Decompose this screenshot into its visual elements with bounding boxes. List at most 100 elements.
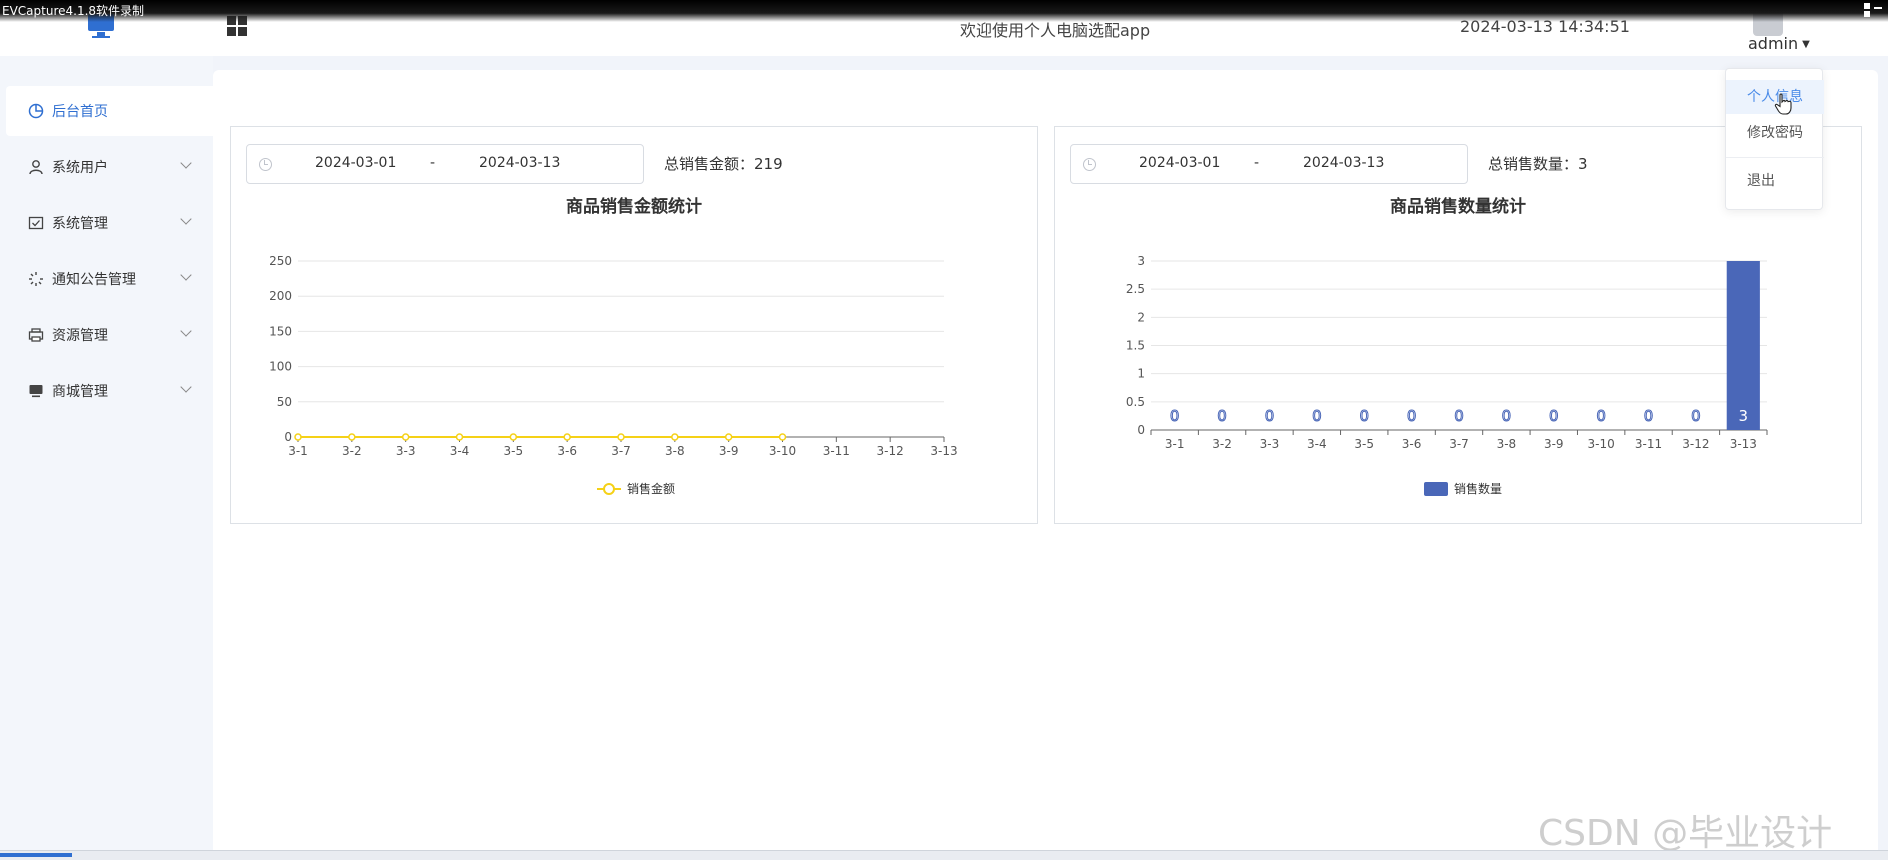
bar-data-label: 0 [1454, 407, 1464, 425]
chevron-down-icon [180, 381, 192, 393]
sidebar-item-system-management[interactable]: 系统管理 [6, 198, 213, 248]
bar-data-label: 0 [1549, 407, 1559, 425]
x-tick-label: 3-13 [1730, 437, 1757, 451]
bar-data-label: 0 [1217, 407, 1227, 425]
sidebar-item-label: 系统管理 [52, 216, 108, 232]
data-point [348, 433, 356, 441]
bar-data-label: 0 [1312, 407, 1322, 425]
user-icon [29, 160, 43, 175]
bar-data-label: 3 [1739, 407, 1749, 425]
x-tick-label: 3-13 [930, 444, 957, 458]
x-tick-label: 3-6 [1402, 437, 1422, 451]
x-tick-label: 3-10 [1588, 437, 1615, 451]
main-content: 2024-03-01 - 2024-03-13 总销售金额：219 商品销售金额… [213, 70, 1878, 860]
legend-label: 销售数量 [1454, 481, 1502, 496]
x-tick-label: 3-8 [665, 444, 685, 458]
x-tick-label: 3-7 [611, 444, 631, 458]
y-tick-label: 0.5 [1126, 395, 1145, 409]
data-point [724, 433, 733, 441]
sidebar-item-notice-management[interactable]: 通知公告管理 [6, 254, 213, 304]
data-point [671, 433, 679, 441]
y-tick-label: 3 [1137, 254, 1145, 268]
user-dropdown-menu: 个人信息 修改密码 退出 [1725, 68, 1824, 210]
y-tick-label: 150 [269, 324, 292, 338]
y-tick-label: 2.5 [1126, 282, 1145, 296]
recorder-title: EVCapture4.1.8软件录制 [2, 4, 145, 18]
x-tick-label: 3-11 [1635, 437, 1662, 451]
recorder-overlay: EVCapture4.1.8软件录制 [0, 0, 1888, 22]
y-tick-label: 1 [1137, 367, 1145, 381]
y-tick-label: 250 [269, 254, 292, 268]
sidebar-item-label: 资源管理 [52, 328, 108, 344]
y-tick-label: 50 [277, 395, 292, 409]
chart-title: 商品销售金额统计 [566, 196, 702, 217]
data-point [778, 433, 787, 441]
sidebar-item-label: 商城管理 [52, 384, 108, 400]
data-point [455, 433, 464, 441]
sidebar-item-label: 系统用户 [52, 160, 108, 176]
x-tick-label: 3-3 [396, 444, 416, 458]
y-tick-label: 100 [269, 360, 292, 374]
data-point [401, 433, 410, 441]
y-tick-label: 1.5 [1126, 339, 1145, 353]
y-tick-label: 200 [269, 289, 292, 303]
hand-cursor-icon [1774, 93, 1792, 115]
chevron-down-icon: ▼ [1802, 39, 1810, 50]
bar-data-label: 0 [1265, 407, 1275, 425]
sidebar-item-resource-management[interactable]: 资源管理 [6, 310, 213, 360]
data-point [563, 433, 571, 441]
x-tick-label: 3-11 [823, 444, 850, 458]
sales-amount-line-chart: 商品销售金额统计 0 50 100 150 200 250 3-1 3-2 3-3 3-4 3-5 3-… [269, 196, 958, 496]
x-tick-label: 3-8 [1497, 437, 1517, 451]
monitor-icon [29, 385, 43, 398]
bar-data-label: 0 [1596, 407, 1606, 425]
data-point [509, 433, 518, 441]
user-menu-toggle[interactable]: admin ▼ [1748, 34, 1810, 53]
x-tick-label: 3-2 [342, 444, 362, 458]
bar-data-label: 0 [1359, 407, 1369, 425]
data-point [294, 433, 302, 441]
bar [1726, 261, 1760, 430]
sidebar-item-label: 后台首页 [52, 104, 108, 120]
x-tick-label: 3-4 [450, 444, 470, 458]
x-tick-label: 3-9 [1544, 437, 1564, 451]
x-tick-label: 3-2 [1212, 437, 1232, 451]
loading-icon [29, 272, 43, 286]
y-tick-label: 0 [284, 430, 292, 444]
x-tick-label: 3-4 [1307, 437, 1327, 451]
chevron-down-icon [180, 325, 192, 337]
x-tick-label: 3-3 [1260, 437, 1280, 451]
sidebar-item-home[interactable]: 后台首页 [6, 86, 213, 136]
legend-marker [1424, 482, 1448, 496]
username: admin [1748, 34, 1799, 53]
printer-icon [28, 328, 44, 342]
x-tick-label: 3-5 [504, 444, 524, 458]
y-tick-label: 0 [1137, 423, 1145, 437]
x-tick-label: 3-6 [557, 444, 577, 458]
sidebar-item-label: 通知公告管理 [52, 272, 136, 288]
x-tick-label: 3-7 [1449, 437, 1469, 451]
bar-data-label: 0 [1407, 407, 1417, 425]
chart-title: 商品销售数量统计 [1390, 196, 1526, 217]
legend-label: 销售金额 [627, 481, 675, 496]
chevron-down-icon [180, 213, 192, 225]
x-tick-label: 3-12 [1682, 437, 1709, 451]
menu-divider [1726, 157, 1824, 158]
sales-amount-card: 2024-03-01 - 2024-03-13 总销售金额：219 商品销售金额… [230, 126, 1038, 524]
bar-data-label: 0 [1170, 407, 1180, 425]
sidebar-item-system-users[interactable]: 系统用户 [6, 142, 213, 192]
legend-marker [603, 483, 615, 495]
x-tick-label: 3-12 [877, 444, 904, 458]
y-tick-label: 2 [1137, 310, 1145, 324]
bar-data-label: 0 [1644, 407, 1654, 425]
menu-item-logout[interactable]: 退出 [1726, 164, 1824, 198]
menu-item-change-password[interactable]: 修改密码 [1726, 116, 1824, 150]
x-tick-label: 3-1 [288, 444, 308, 458]
data-point [617, 433, 625, 441]
chevron-down-icon [180, 157, 192, 169]
bar-data-label: 0 [1691, 407, 1701, 425]
fullscreen-exit-icon[interactable] [1864, 3, 1882, 17]
sidebar-item-mall-management[interactable]: 商城管理 [6, 366, 213, 416]
checklist-icon [28, 216, 44, 230]
chevron-down-icon [180, 269, 192, 281]
